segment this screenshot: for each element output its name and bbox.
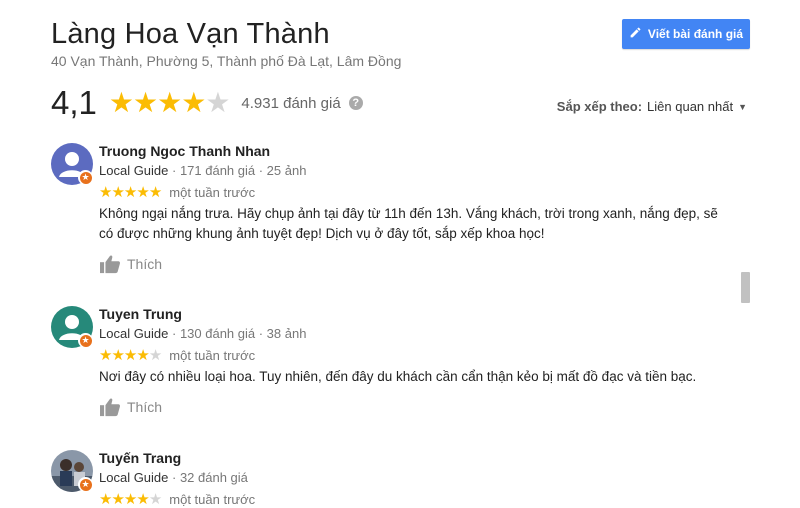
reviewer-name[interactable]: Truong Ngoc Thanh Nhan: [99, 143, 270, 159]
star-filled-icon: ★: [136, 184, 149, 201]
scrollbar-thumb[interactable]: [741, 272, 750, 303]
star-filled-icon: ★: [157, 87, 182, 118]
review-rating: ★★★★★ một tuần trước: [99, 348, 255, 363]
avatar[interactable]: ★: [51, 143, 93, 185]
local-guide-badge-icon: ★: [78, 170, 93, 185]
star-empty-icon: ★: [205, 87, 230, 118]
pencil-icon: [629, 26, 642, 42]
sort-dropdown[interactable]: Sắp xếp theo: Liên quan nhất ▼: [557, 99, 747, 114]
star-filled-icon: ★: [111, 347, 124, 364]
place-address: 40 Vạn Thành, Phường 5, Thành phố Đà Lạt…: [51, 53, 402, 69]
thumbs-up-icon: [100, 255, 121, 274]
local-guide-badge-icon: ★: [78, 477, 93, 492]
write-review-button[interactable]: Viết bài đánh giá: [622, 19, 750, 49]
sort-value: Liên quan nhất: [647, 99, 734, 114]
review-time: một tuần trước: [169, 185, 256, 200]
avatar[interactable]: ★: [51, 306, 93, 348]
like-label: Thích: [127, 399, 163, 415]
star-empty-icon: ★: [148, 347, 162, 364]
like-button[interactable]: Thích: [99, 254, 162, 274]
help-icon[interactable]: ?: [348, 96, 363, 110]
review-stars: ★★★★★: [99, 347, 162, 364]
reviewer-meta: Local Guide · 32 đánh giá: [99, 470, 248, 485]
star-filled-icon: ★: [111, 184, 124, 201]
avatar[interactable]: ★: [51, 450, 93, 492]
chevron-down-icon: ▼: [738, 101, 747, 112]
reviewer-meta: Local Guide · 171 đánh giá · 25 ảnh: [99, 163, 307, 178]
average-rating: 4,1: [51, 84, 97, 121]
reviewer-name[interactable]: Tuyến Trang: [99, 450, 181, 466]
star-filled-icon: ★: [181, 87, 206, 118]
review-text: Không ngại nắng trưa. Hãy chụp ảnh tại đ…: [99, 206, 718, 241]
star-filled-icon: ★: [99, 347, 112, 364]
reviewer-meta: Local Guide · 130 đánh giá · 38 ảnh: [99, 326, 307, 341]
star-filled-icon: ★: [108, 87, 134, 118]
star-filled-icon: ★: [136, 347, 149, 364]
review-time: một tuần trước: [169, 348, 256, 363]
star-filled-icon: ★: [132, 87, 158, 118]
review-count[interactable]: 4.931 đánh giá: [241, 95, 340, 112]
star-filled-icon: ★: [99, 184, 112, 201]
like-label: Thích: [127, 256, 163, 272]
star-filled-icon: ★: [123, 347, 137, 364]
star-filled-icon: ★: [148, 184, 162, 201]
reviewer-name[interactable]: Tuyen Trung: [99, 306, 182, 322]
place-title: Làng Hoa Vạn Thành: [51, 18, 330, 50]
review-rating: ★★★★★ một tuần trước: [99, 185, 255, 200]
star-filled-icon: ★: [123, 184, 137, 201]
local-guide-badge-icon: ★: [78, 333, 93, 348]
write-review-label: Viết bài đánh giá: [647, 27, 744, 41]
review-text: Nơi đây có nhiều loại hoa. Tuy nhiên, đế…: [99, 369, 697, 384]
summary-stars: ★★★★★: [108, 87, 231, 118]
sort-label: Sắp xếp theo:: [556, 99, 643, 114]
like-button[interactable]: Thích: [99, 397, 162, 417]
review-stars: ★★★★★: [99, 184, 162, 201]
thumbs-up-icon: [100, 398, 121, 417]
rating-summary: 4,1 ★★★★★ 4.931 đánh giá ?: [51, 83, 363, 123]
